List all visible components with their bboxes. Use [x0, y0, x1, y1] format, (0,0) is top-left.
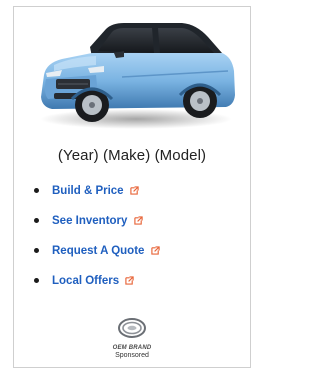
bullet-point	[34, 278, 39, 283]
external-link-icon	[125, 274, 134, 290]
build-and-price-link[interactable]: Build & Price	[34, 183, 160, 213]
car-image[interactable]	[32, 13, 237, 131]
external-link-icon	[133, 214, 143, 230]
request-a-quote-link[interactable]: Request A Quote	[34, 243, 160, 273]
bullet-point	[34, 218, 39, 223]
link-label[interactable]: Build & Price	[52, 185, 124, 197]
local-offers-link[interactable]: Local Offers	[34, 273, 160, 303]
link-label[interactable]: Request A Quote	[52, 245, 144, 257]
see-inventory-link[interactable]: See Inventory	[34, 213, 160, 243]
external-link-icon	[130, 184, 139, 200]
brand-block[interactable]: OEM BRAND Sponsored	[14, 317, 250, 359]
brand-name: OEM BRAND	[112, 345, 152, 351]
link-label[interactable]: Local Offers	[52, 275, 119, 287]
vehicle-title: (Year) (Make) (Model)	[57, 147, 207, 164]
sponsored-ad-card[interactable]: (Year) (Make) (Model) Build & Price See …	[13, 6, 251, 368]
external-link-icon	[150, 244, 160, 260]
oem-brand-logo[interactable]	[14, 317, 250, 344]
bullet-point	[34, 248, 39, 253]
link-label[interactable]: See Inventory	[52, 215, 127, 227]
ad-links-list: Build & Price See Inventory Request A Qu…	[34, 183, 160, 303]
bullet-point	[34, 188, 39, 193]
sponsored-label: Sponsored	[115, 352, 149, 359]
